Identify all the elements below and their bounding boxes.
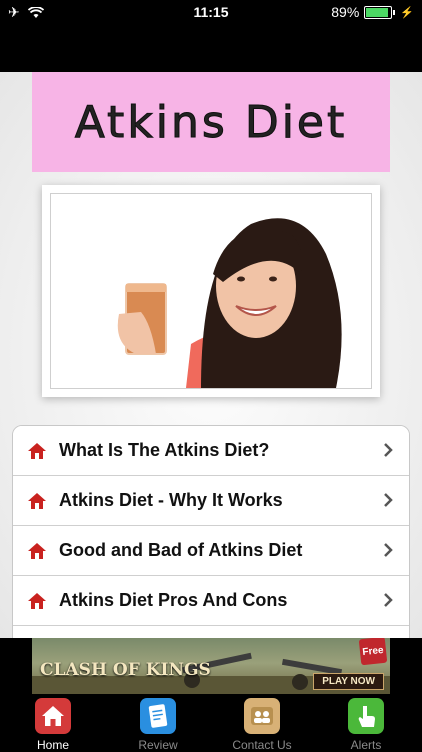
header-banner: Atkins Diet [32,72,390,172]
home-icon [28,542,46,559]
chevron-right-icon [384,443,393,457]
menu-item-label: Atkins Diet Pros And Cons [59,590,288,610]
ad-free-badge: Free [358,638,388,666]
tab-bar: Home Review Contact Us Alerts [0,694,422,752]
chevron-right-icon [384,543,393,557]
chevron-right-icon [384,493,393,507]
ad-banner[interactable]: CLASH OF KINGS Free PLAY NOW [32,638,390,694]
menu-item-why-it-works[interactable]: Atkins Diet - Why It Works [13,476,409,526]
woman-with-juice-image [51,194,371,388]
tab-review[interactable]: Review [123,698,193,752]
status-bar: ✈ 11:15 89% ⚡ [0,0,422,72]
tab-alerts[interactable]: Alerts [331,698,401,752]
page-title: Atkins Diet [74,96,348,148]
home-icon [28,492,46,509]
tab-home[interactable]: Home [18,698,88,752]
battery-icon [364,5,393,19]
menu-list: What Is The Atkins Diet? Atkins Diet - W… [12,425,410,638]
menu-item-what-is-atkins[interactable]: What Is The Atkins Diet? [13,426,409,476]
photo-frame [42,185,380,397]
menu-item-label: Good and Bad of Atkins Diet [59,540,303,560]
menu-item-label: Atkins Diet - Why It Works [59,490,283,510]
chevron-right-icon [384,593,393,607]
menu-item-pros-and-cons[interactable]: Atkins Diet Pros And Cons [13,576,409,626]
ad-title: CLASH OF KINGS [40,660,211,680]
review-icon [140,698,176,734]
alerts-icon [348,698,384,734]
hero-photo [50,193,372,389]
menu-item-label: What Is The Atkins Diet? [59,440,270,460]
home-icon [28,442,46,459]
status-right: 89% ⚡ [331,4,414,20]
battery-percent: 89% [331,4,360,20]
contact-icon [244,698,280,734]
menu-item-good-and-bad[interactable]: Good and Bad of Atkins Diet [13,526,409,576]
home-icon [28,592,46,609]
ad-play-now-button[interactable]: PLAY NOW [313,673,384,690]
tab-contact-us[interactable]: Contact Us [227,698,297,752]
main-content: Atkins Diet What Is The Atkins Diet? Atk… [0,72,422,638]
home-icon [35,698,71,734]
charging-icon: ⚡ [400,6,414,19]
